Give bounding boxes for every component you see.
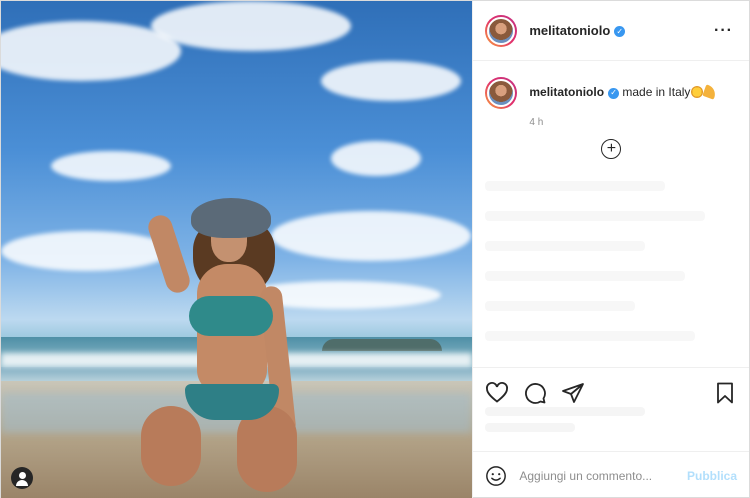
placeholder-comment <box>485 241 646 251</box>
caption-avatar-image <box>487 79 516 107</box>
post-photo[interactable] <box>1 1 473 498</box>
placeholder-comment <box>485 331 696 341</box>
avatar-image <box>487 16 516 45</box>
caption-username[interactable]: melitatoniolo <box>529 85 604 99</box>
heart-icon[interactable] <box>485 381 509 405</box>
post-header: melitatoniolo ✓ ··· <box>473 1 749 61</box>
placeholder-comment <box>485 181 666 191</box>
cloud <box>151 1 351 51</box>
woman-figure <box>131 196 331 496</box>
hat <box>191 198 271 238</box>
author-username-text[interactable]: melitatoniolo <box>529 23 610 38</box>
smiley-icon[interactable] <box>485 465 507 487</box>
publish-button[interactable]: Pubblica <box>687 469 737 483</box>
caption-avatar[interactable] <box>485 77 518 109</box>
caption: melitatoniolo ✓ made in Italy <box>529 83 719 101</box>
bookmark-icon[interactable] <box>713 381 737 405</box>
placeholder-comment <box>485 301 636 311</box>
add-comment-bar: Pubblica <box>473 451 749 498</box>
headland <box>322 339 443 351</box>
placeholder-comment <box>485 211 706 221</box>
comment-icon[interactable] <box>523 381 547 405</box>
avatar[interactable] <box>485 14 518 47</box>
bikini-top <box>189 296 273 336</box>
verified-badge-icon: ✓ <box>614 26 626 37</box>
more-dots-icon[interactable]: ··· <box>714 22 733 40</box>
caption-row: melitatoniolo ✓ made in Italy <box>485 77 737 109</box>
author-username[interactable]: melitatoniolo ✓ <box>529 23 626 38</box>
comments-area: melitatoniolo ✓ made in Italy 4 h + <box>473 61 749 367</box>
verified-badge-icon: ✓ <box>608 87 620 99</box>
placeholder-likes <box>485 423 576 432</box>
sun-glasses-emoji-icon <box>691 86 704 98</box>
tagged-users-icon-body <box>16 480 28 486</box>
arm-left <box>145 212 193 296</box>
share-icon[interactable] <box>561 381 585 405</box>
cloud <box>321 61 461 101</box>
bikini-bottom <box>185 384 279 420</box>
leg-left <box>141 406 201 486</box>
cloud <box>51 151 171 181</box>
caption-text: made in Italy <box>622 85 691 99</box>
placeholder-likes <box>485 407 646 416</box>
post-sidebar: melitatoniolo ✓ ··· melitatoniolo ✓ made i… <box>472 1 749 498</box>
post-container: melitatoniolo ✓ ··· melitatoniolo ✓ made i… <box>0 0 750 498</box>
plus-circle-icon[interactable]: + <box>601 139 622 159</box>
tagged-users-icon[interactable] <box>11 467 33 489</box>
placeholder-comment <box>485 271 686 281</box>
pizza-emoji-icon <box>702 84 719 100</box>
tagged-users-icon-head <box>18 472 26 479</box>
comment-input[interactable] <box>519 468 687 483</box>
cloud <box>331 141 421 176</box>
post-time[interactable]: 4 h <box>529 117 737 128</box>
